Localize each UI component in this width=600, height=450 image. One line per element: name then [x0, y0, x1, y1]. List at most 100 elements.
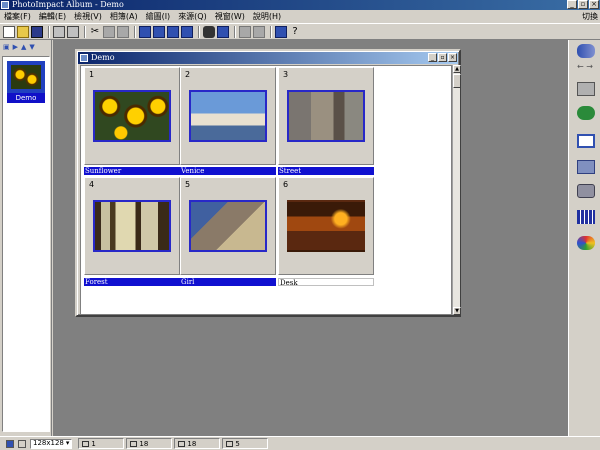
photo-thumbnail[interactable]	[287, 90, 365, 142]
photo-cell[interactable]: 1	[84, 67, 180, 165]
toolbar-divider	[270, 25, 272, 38]
status-image-count: 18	[174, 438, 221, 449]
detail-view-icon[interactable]	[167, 25, 179, 38]
photo-caption[interactable]: Street	[278, 167, 374, 175]
stack-icon[interactable]	[577, 160, 595, 174]
list-view-icon[interactable]	[153, 25, 165, 38]
save-icon[interactable]	[31, 25, 43, 38]
album-window: Demo _ ▫ × 1 Sunflower 2 Venice 3 Street…	[75, 49, 461, 317]
print-icon[interactable]	[53, 25, 65, 38]
photo-caption[interactable]: Venice	[180, 167, 276, 175]
album-window-title-bar[interactable]: Demo _ ▫ ×	[78, 52, 458, 64]
grid-view-icon[interactable]	[181, 25, 193, 38]
photo-caption[interactable]: Desk	[278, 278, 374, 287]
status-page-icon[interactable]	[18, 439, 26, 448]
task-panel: ← →	[568, 40, 600, 436]
color-wheel-icon[interactable]	[577, 236, 595, 250]
up-arrow-icon[interactable]: ▲	[21, 43, 26, 51]
menu-file[interactable]: 檔案(F)	[0, 11, 35, 23]
nav-arrows-icon[interactable]: ← →	[577, 62, 595, 76]
photo-caption[interactable]: Sunflower	[84, 167, 180, 175]
photo-cell[interactable]: 4	[84, 177, 180, 275]
photo-thumbnail[interactable]	[93, 90, 171, 142]
thumbnail-size-select[interactable]: 128x128 ▾	[30, 438, 73, 449]
status-value: 5	[235, 439, 240, 448]
scroll-up-button[interactable]: ▲	[453, 65, 461, 73]
app-icon[interactable]	[1, 1, 9, 9]
album-minimize-button[interactable]: _	[428, 53, 437, 62]
photo-caption[interactable]: Girl	[180, 278, 276, 286]
window-controls: _ ▫ ×	[567, 0, 599, 9]
album-window-icon[interactable]	[80, 54, 88, 62]
find-icon[interactable]	[203, 25, 215, 38]
thumbnail-view-icon[interactable]	[139, 25, 151, 38]
switch-button[interactable]: 切換	[582, 10, 598, 23]
scroll-down-button[interactable]: ▼	[453, 307, 461, 315]
find-next-icon[interactable]	[217, 25, 229, 38]
album-window-controls: _ ▫ ×	[428, 53, 457, 62]
photo-thumbnail[interactable]	[189, 90, 267, 142]
status-value: 18	[139, 439, 149, 448]
total-icon	[130, 440, 138, 447]
menu-edit[interactable]: 編輯(E)	[35, 11, 70, 23]
cut-icon[interactable]: ✂	[89, 26, 101, 38]
vertical-scrollbar[interactable]: ▲ ▼	[452, 65, 461, 315]
menu-draw[interactable]: 繪圖(I)	[142, 11, 175, 23]
photo-cell[interactable]: 2	[180, 67, 276, 165]
open-folder-icon[interactable]	[17, 25, 29, 38]
toolbar-divider	[48, 25, 50, 38]
tools-icon[interactable]	[275, 25, 287, 38]
photo-thumbnail[interactable]	[189, 200, 267, 252]
email-icon[interactable]	[577, 106, 595, 120]
paste-icon[interactable]	[117, 25, 129, 38]
maximize-button[interactable]: ▫	[578, 0, 588, 9]
status-file-count: 5	[222, 438, 269, 449]
status-view-icon[interactable]	[6, 439, 14, 448]
photo-thumbnail[interactable]	[287, 200, 365, 252]
toolbar-divider	[198, 25, 200, 38]
film-icon[interactable]	[577, 210, 595, 224]
window-title: PhotoImpact Album - Demo	[12, 0, 124, 9]
status-selected-count: 1	[78, 438, 125, 449]
help-pointer-icon[interactable]: ?	[289, 26, 301, 38]
disc-icon[interactable]	[577, 184, 595, 198]
album-list[interactable]: Demo	[2, 56, 50, 432]
photo-cell[interactable]: 6	[278, 177, 374, 275]
menu-view[interactable]: 檢視(V)	[70, 11, 106, 23]
print-album-icon[interactable]	[577, 82, 595, 96]
menu-window[interactable]: 視窗(W)	[211, 11, 249, 23]
thumbnail-grid: 1 Sunflower 2 Venice 3 Street 4 Forest 5…	[80, 65, 452, 315]
photo-number: 1	[89, 70, 95, 79]
print-preview-icon[interactable]	[67, 25, 79, 38]
photo-caption[interactable]: Forest	[84, 278, 180, 286]
close-button[interactable]: ×	[589, 0, 599, 9]
status-total-count: 18	[126, 438, 173, 449]
menu-help[interactable]: 說明(H)	[249, 11, 285, 23]
photo-cell[interactable]: 3	[278, 67, 374, 165]
menu-album[interactable]: 相簿(A)	[106, 11, 142, 23]
slideshow-icon[interactable]	[239, 25, 251, 38]
title-bar: PhotoImpact Album - Demo _ ▫ ×	[0, 0, 600, 10]
export-icon[interactable]	[253, 25, 265, 38]
new-icon[interactable]	[3, 25, 15, 38]
down-arrow-icon[interactable]: ▼	[29, 43, 34, 51]
album-close-button[interactable]: ×	[448, 53, 457, 62]
copy-icon[interactable]	[103, 25, 115, 38]
minimize-button[interactable]: _	[567, 0, 577, 9]
photo-thumbnail[interactable]	[93, 200, 171, 252]
photo-cell[interactable]: 5	[180, 177, 276, 275]
image-icon	[178, 440, 186, 447]
photo-number: 5	[185, 180, 191, 189]
album-add-icon[interactable]: ▣	[3, 43, 10, 51]
status-value: 18	[187, 439, 197, 448]
album-window-title: Demo	[91, 53, 115, 62]
toolbar-divider	[234, 25, 236, 38]
play-icon[interactable]: ▶	[13, 43, 18, 51]
status-value: 1	[91, 439, 96, 448]
frame-icon[interactable]	[577, 134, 595, 148]
menu-source[interactable]: 來源(Q)	[174, 11, 211, 23]
connect-icon[interactable]	[577, 44, 595, 58]
scroll-thumb[interactable]	[453, 74, 461, 88]
album-item-demo[interactable]: Demo	[7, 61, 45, 103]
album-maximize-button[interactable]: ▫	[438, 53, 447, 62]
